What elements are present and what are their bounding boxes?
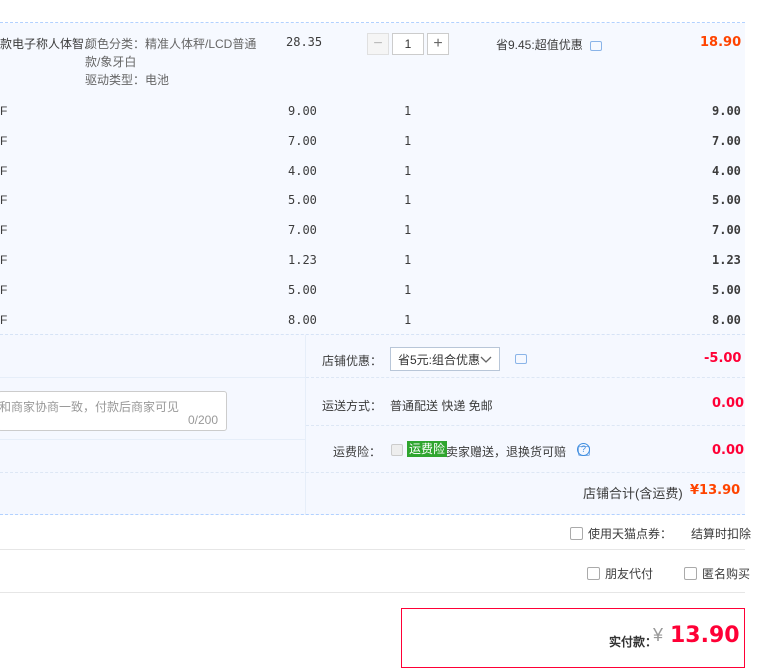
- bundle-row-label: F: [0, 164, 8, 178]
- bundle-row-subtotal: 4.00: [712, 164, 741, 178]
- shop-total-amount: ¥13.90: [690, 483, 741, 498]
- bundle-row-subtotal: 5.00: [712, 193, 741, 207]
- item-discount-text: 省9.45:超值优惠: [496, 38, 583, 52]
- bundle-row-qty: 1: [404, 223, 412, 237]
- shipping-label: 运送方式：: [322, 399, 383, 413]
- item-sku-drive: 驱动类型：电池: [85, 73, 170, 87]
- coupon-select-value: 省5元:组合优惠: [398, 352, 481, 367]
- bundle-row-label: F: [0, 283, 8, 297]
- item-unit-price: 28.35: [286, 35, 323, 49]
- shipping-value: 普通配送 快递 免邮: [390, 399, 493, 413]
- options-divider: [0, 549, 745, 550]
- coupon-amount: -5.00: [704, 351, 742, 366]
- bundle-row-qty: 1: [404, 313, 412, 327]
- chevron-down-icon: [480, 356, 492, 363]
- bundle-row-label: F: [0, 134, 8, 148]
- bundle-row-subtotal: 9.00: [712, 104, 741, 118]
- tmall-points-label: 使用天猫点券：: [588, 527, 673, 541]
- insurance-badge: 运费险: [407, 441, 448, 457]
- shop-left-divider: [0, 439, 305, 440]
- anonymous-option: 匿名购买: [684, 565, 750, 582]
- bundle-row-subtotal: 5.00: [712, 283, 741, 297]
- bundle-row-qty: 1: [404, 193, 412, 207]
- quantity-stepper: − 1 +: [367, 33, 449, 55]
- bundle-row-subtotal: 7.00: [712, 134, 741, 148]
- shop-row-divider: [306, 425, 745, 426]
- bundle-row-subtotal: 1.23: [712, 253, 741, 267]
- item-title[interactable]: 款电子称人体智...: [0, 35, 94, 52]
- bundle-row-price: 9.00: [288, 104, 317, 118]
- bundle-row-label: F: [0, 253, 8, 267]
- increase-button[interactable]: +: [427, 33, 449, 55]
- tmall-points-note: 结算时扣除: [691, 527, 752, 541]
- item-sku-color: 颜色分类：精准人体秤/LCD普通: [85, 37, 257, 51]
- bundle-row-label: F: [0, 223, 8, 237]
- friend-pay-option: 朋友代付: [587, 565, 653, 582]
- bundle-row-price: 8.00: [288, 313, 317, 327]
- shop-total-label: 店铺合计(含运费): [583, 486, 683, 501]
- decrease-button[interactable]: −: [367, 33, 389, 55]
- bundle-row-qty: 1: [404, 283, 412, 297]
- options-divider: [0, 592, 745, 593]
- anonymous-label: 匿名购买: [702, 567, 751, 581]
- help-icon[interactable]: ?: [577, 443, 590, 456]
- friend-pay-checkbox[interactable]: [587, 567, 600, 580]
- quantity-input[interactable]: 1: [392, 33, 424, 55]
- bundle-row-label: F: [0, 313, 8, 327]
- bundle-row-label: F: [0, 104, 8, 118]
- shipping-amount: 0.00: [712, 396, 745, 411]
- bundle-row-qty: 1: [404, 253, 412, 267]
- bundle-row-price: 1.23: [288, 253, 317, 267]
- payment-summary: 实付款： ¥ 13.90: [401, 608, 745, 668]
- shop-row-divider: [0, 472, 745, 473]
- bundle-row-qty: 1: [404, 104, 412, 118]
- coupon-label: 店铺优惠：: [322, 354, 383, 368]
- insurance-text: 卖家赠送，退换货可赔: [446, 445, 567, 459]
- coupon-select[interactable]: 省5元:组合优惠: [390, 347, 500, 371]
- shop-left-divider: [0, 377, 305, 378]
- bottom-separator: [0, 514, 745, 515]
- bundle-row-price: 5.00: [288, 193, 317, 207]
- friend-pay-label: 朋友代付: [605, 567, 654, 581]
- shop-row-divider: [306, 377, 745, 378]
- bundle-row-price: 5.00: [288, 283, 317, 297]
- item-discount: 省9.45:超值优惠: [496, 36, 603, 53]
- insurance-checkbox[interactable]: [391, 444, 403, 456]
- comment-icon[interactable]: [590, 41, 603, 51]
- item-sku-color-cont: 款/象牙白: [85, 55, 137, 69]
- insurance-label: 运费险：: [333, 445, 382, 459]
- anonymous-checkbox[interactable]: [684, 567, 697, 580]
- insurance-amount: 0.00: [712, 443, 745, 458]
- payment-amount: 13.90: [670, 623, 740, 648]
- payment-label: 实付款：: [609, 635, 658, 649]
- payment-currency: ¥: [653, 625, 664, 645]
- bundle-row-price: 7.00: [288, 134, 317, 148]
- bundle-row-qty: 1: [404, 134, 412, 148]
- bundle-row-price: 7.00: [288, 223, 317, 237]
- message-placeholder: 和商家协商一致，付款后商家可见: [0, 400, 180, 414]
- tmall-points-option: 使用天猫点券：: [570, 525, 672, 542]
- seller-message-input[interactable]: 和商家协商一致，付款后商家可见 0/200: [0, 391, 227, 431]
- comment-icon[interactable]: [515, 354, 527, 364]
- message-char-count: 0/200: [187, 413, 218, 427]
- bundle-row-price: 4.00: [288, 164, 317, 178]
- tmall-points-checkbox[interactable]: [570, 527, 583, 540]
- item-subtotal: 18.90: [700, 35, 742, 50]
- bundle-row-subtotal: 8.00: [712, 313, 741, 327]
- bundle-row-label: F: [0, 193, 8, 207]
- bundle-row-qty: 1: [404, 164, 412, 178]
- bundle-row-subtotal: 7.00: [712, 223, 741, 237]
